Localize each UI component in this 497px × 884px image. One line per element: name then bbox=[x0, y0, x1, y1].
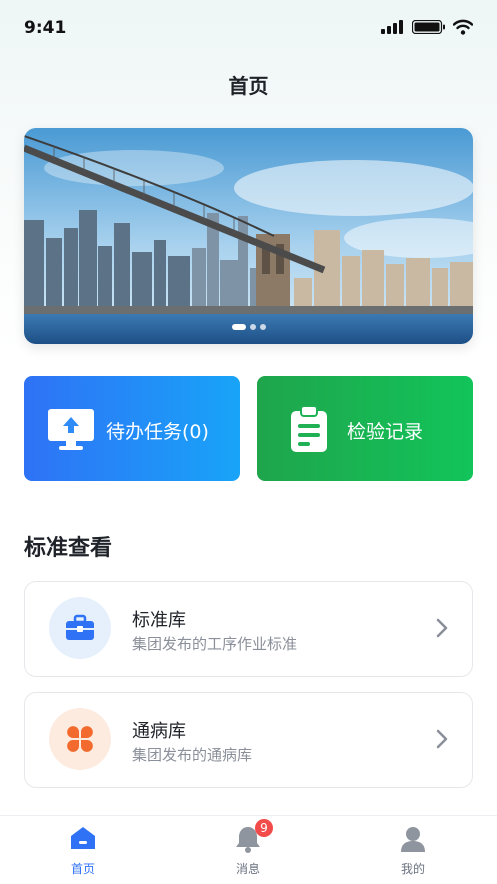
carousel-dot-active[interactable] bbox=[231, 324, 246, 330]
tab-messages[interactable]: 9 消息 bbox=[198, 816, 298, 884]
status-bar: 9:41 bbox=[0, 0, 497, 60]
list-item-subtitle: 集团发布的通病库 bbox=[132, 746, 253, 764]
message-badge: 9 bbox=[255, 819, 273, 837]
carousel-indicator bbox=[24, 324, 473, 330]
wifi-icon bbox=[453, 19, 473, 35]
tab-profile[interactable]: 我的 bbox=[363, 816, 463, 884]
battery-icon bbox=[412, 20, 445, 34]
clipboard-icon bbox=[291, 406, 327, 452]
icon-circle bbox=[49, 597, 111, 659]
home-icon bbox=[71, 827, 95, 849]
list-item-subtitle: 集团发布的工序作业标准 bbox=[132, 635, 298, 653]
tab-label: 我的 bbox=[400, 862, 425, 876]
clover-icon bbox=[67, 726, 93, 752]
section-title: 标准查看 bbox=[24, 536, 113, 561]
list-item-common-defects[interactable]: 通病库 集团发布的通病库 bbox=[24, 692, 473, 788]
list-item-title: 标准库 bbox=[132, 610, 186, 631]
carousel-dot[interactable] bbox=[249, 324, 256, 330]
user-icon bbox=[401, 827, 425, 852]
pending-tasks-label: 待办任务(0) bbox=[106, 421, 209, 443]
banner-image bbox=[24, 128, 473, 344]
monitor-upload-icon bbox=[48, 409, 94, 450]
pending-tasks-card[interactable]: 待办任务(0) bbox=[24, 376, 240, 481]
banner-carousel[interactable] bbox=[24, 128, 473, 344]
carousel-dot[interactable] bbox=[259, 324, 266, 330]
inspection-records-label: 检验记录 bbox=[347, 421, 424, 443]
chevron-right-icon bbox=[436, 618, 448, 638]
list-item-standard-library[interactable]: 标准库 集团发布的工序作业标准 bbox=[24, 581, 473, 677]
tab-bar: 首页 9 消息 我的 bbox=[0, 815, 497, 884]
status-time: 9:41 bbox=[24, 18, 67, 38]
list-item-title: 通病库 bbox=[132, 721, 186, 742]
tab-label: 首页 bbox=[70, 862, 95, 876]
icon-circle bbox=[49, 708, 111, 770]
inspection-records-card[interactable]: 检验记录 bbox=[257, 376, 473, 481]
cellular-signal-icon bbox=[381, 20, 403, 34]
chevron-right-icon bbox=[436, 729, 448, 749]
tab-home[interactable]: 首页 bbox=[33, 816, 133, 884]
page-title: 首页 bbox=[228, 74, 269, 98]
tab-label: 消息 bbox=[235, 862, 260, 876]
toolbox-icon bbox=[66, 614, 94, 640]
